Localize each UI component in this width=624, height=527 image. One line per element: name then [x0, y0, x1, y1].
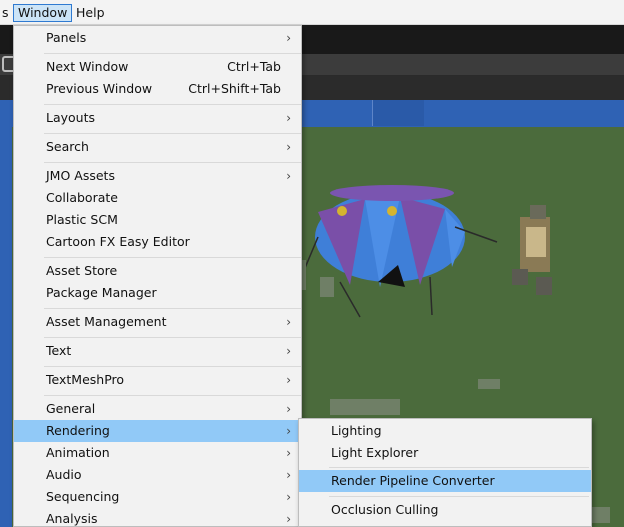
separator	[44, 366, 301, 367]
separator	[44, 395, 301, 396]
chevron-right-icon: ›	[286, 446, 291, 460]
menu-item-previous-window[interactable]: Previous Window Ctrl+Shift+Tab	[14, 78, 301, 100]
chevron-right-icon: ›	[286, 373, 291, 387]
menu-item-sequencing[interactable]: Sequencing ›	[14, 486, 301, 508]
chevron-right-icon: ›	[286, 512, 291, 526]
chevron-right-icon: ›	[286, 140, 291, 154]
submenu-item-render-pipeline-converter[interactable]: Render Pipeline Converter	[299, 470, 591, 492]
window-menu: Panels › Next Window Ctrl+Tab Previous W…	[13, 25, 302, 527]
chevron-right-icon: ›	[286, 31, 291, 45]
separator	[44, 133, 301, 134]
scene-left-edge	[0, 100, 12, 527]
chevron-right-icon: ›	[286, 344, 291, 358]
menu-item-general[interactable]: General ›	[14, 398, 301, 420]
circus-tent	[315, 185, 465, 287]
separator	[44, 308, 301, 309]
chevron-right-icon: ›	[286, 468, 291, 482]
menu-help[interactable]: Help	[72, 4, 109, 22]
menu-item-animation[interactable]: Animation ›	[14, 442, 301, 464]
menu-item-analysis[interactable]: Analysis ›	[14, 508, 301, 527]
separator	[44, 257, 301, 258]
menu-bar: s Window Help	[0, 0, 624, 25]
menu-item-jmo-assets[interactable]: JMO Assets ›	[14, 165, 301, 187]
chevron-right-icon: ›	[286, 402, 291, 416]
submenu-item-lighting[interactable]: Lighting	[299, 420, 591, 442]
menu-item-package-manager[interactable]: Package Manager	[14, 282, 301, 304]
separator	[44, 337, 301, 338]
menu-item-textmeshpro[interactable]: TextMeshPro ›	[14, 369, 301, 391]
separator	[329, 496, 589, 497]
menu-item-asset-store[interactable]: Asset Store	[14, 260, 301, 282]
menu-window[interactable]: Window	[13, 4, 73, 22]
chevron-right-icon: ›	[286, 169, 291, 183]
menu-item-asset-management[interactable]: Asset Management ›	[14, 311, 301, 333]
submenu-item-light-explorer[interactable]: Light Explorer	[299, 442, 591, 464]
menu-item-cartoon-fx-easy-editor[interactable]: Cartoon FX Easy Editor	[14, 231, 301, 253]
menu-item-search[interactable]: Search ›	[14, 136, 301, 158]
submenu-item-occlusion-culling[interactable]: Occlusion Culling	[299, 499, 591, 521]
separator	[44, 104, 301, 105]
menu-item-next-window[interactable]: Next Window Ctrl+Tab	[14, 56, 301, 78]
separator	[44, 53, 301, 54]
menu-item-plastic-scm[interactable]: Plastic SCM	[14, 209, 301, 231]
chevron-right-icon: ›	[286, 424, 291, 438]
wagon	[512, 205, 552, 295]
menu-file-partial[interactable]: s	[0, 4, 13, 22]
chevron-right-icon: ›	[286, 111, 291, 125]
menu-item-text[interactable]: Text ›	[14, 340, 301, 362]
scene-header-tab[interactable]	[372, 100, 424, 126]
menu-item-audio[interactable]: Audio ›	[14, 464, 301, 486]
separator	[329, 467, 589, 468]
shortcut-label: Ctrl+Shift+Tab	[188, 81, 281, 96]
menu-item-rendering[interactable]: Rendering ›	[14, 420, 301, 442]
menu-item-collaborate[interactable]: Collaborate	[14, 187, 301, 209]
menu-item-layouts[interactable]: Layouts ›	[14, 107, 301, 129]
separator	[44, 162, 301, 163]
chevron-right-icon: ›	[286, 315, 291, 329]
menu-item-panels[interactable]: Panels ›	[14, 27, 301, 49]
chevron-right-icon: ›	[286, 490, 291, 504]
shortcut-label: Ctrl+Tab	[227, 59, 281, 74]
rendering-submenu: Lighting Light Explorer Render Pipeline …	[298, 418, 592, 527]
